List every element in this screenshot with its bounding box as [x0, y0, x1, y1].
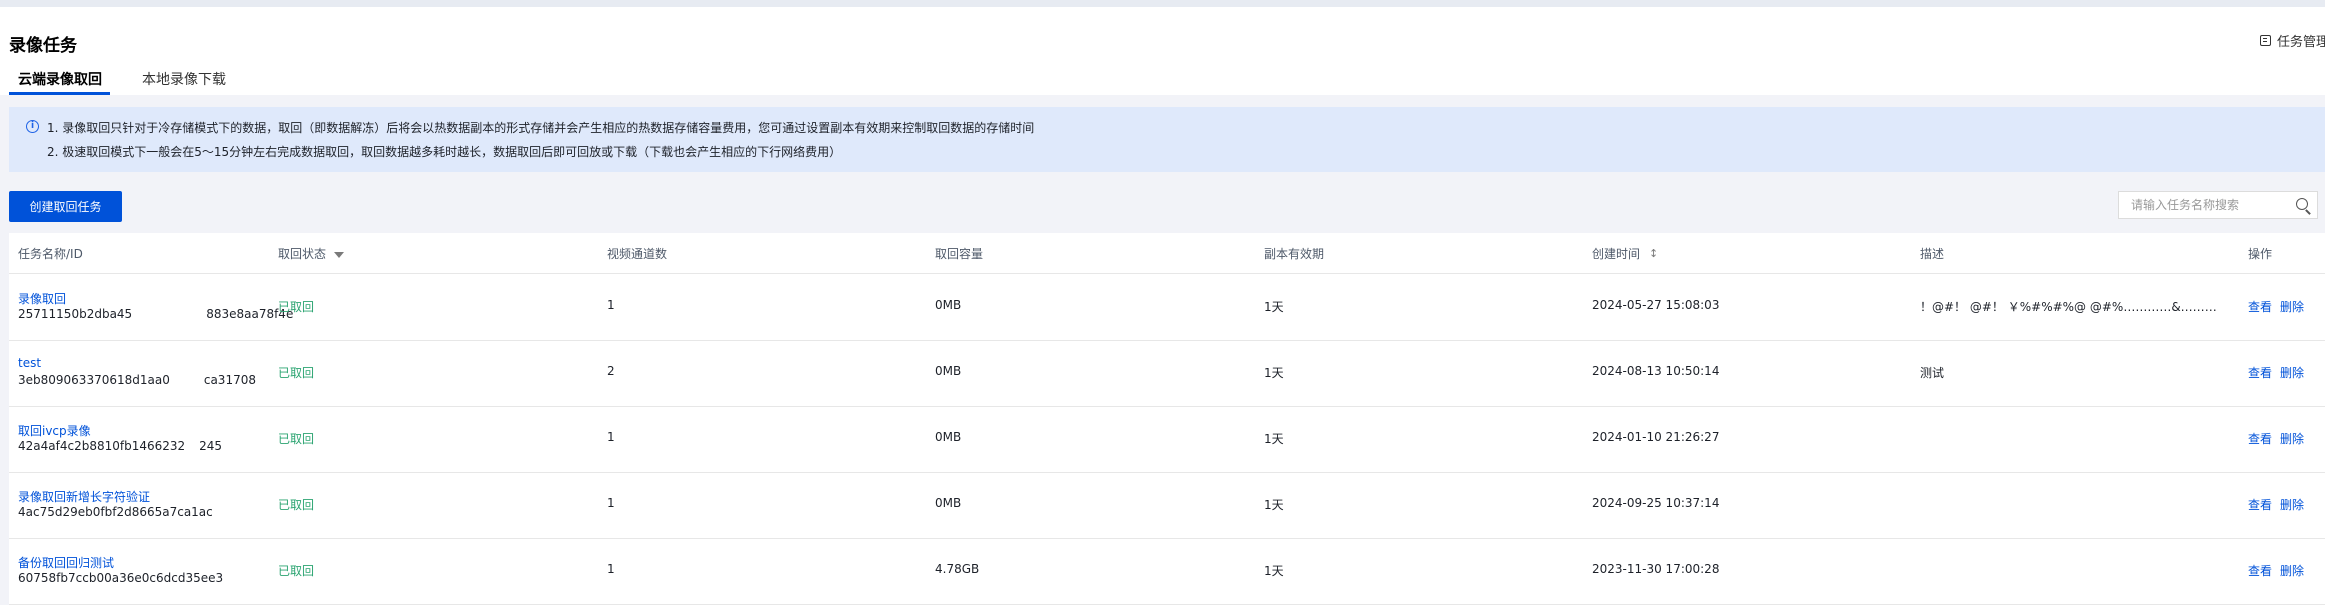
channel-count: 1	[607, 298, 615, 312]
table-row: 取回ivcp录像 42a4af4c2b8810fb1466232 245 已取回 …	[9, 406, 2325, 473]
task-name-link[interactable]: 录像取回	[18, 290, 66, 307]
delete-link[interactable]: 删除	[2280, 430, 2304, 447]
list-icon	[2260, 35, 2271, 46]
create-time: 2024-08-13 10:50:14	[1592, 364, 1720, 378]
capacity: 4.78GB	[935, 562, 980, 576]
table-header: 任务名称/ID 取回状态 视频通道数 取回容量 副本有效期 创建时间 ↕ 描述 …	[9, 233, 2325, 274]
tab-local-download[interactable]: 本地录像下载	[142, 69, 226, 89]
capacity: 0MB	[935, 298, 962, 312]
validity: 1天	[1264, 300, 1284, 314]
table-row: 录像取回新增长字符验证 4ac75d29eb0fbf2d8665a7ca1ac …	[9, 472, 2325, 539]
task-name-link[interactable]: 取回ivcp录像	[18, 422, 91, 439]
description: ！@#！ @#！ ￥%#%#%@ @#%…………&……&#@#！ …	[1920, 300, 2220, 314]
delete-link[interactable]: 删除	[2280, 562, 2304, 579]
col-task-name-id: 任务名称/ID	[18, 247, 83, 261]
task-id: 25711150b2dba45 883e8aa78f4e	[18, 307, 294, 321]
validity: 1天	[1264, 366, 1284, 380]
channel-count: 1	[607, 496, 615, 510]
task-id: 4ac75d29eb0fbf2d8665a7ca1ac	[18, 505, 213, 519]
capacity: 0MB	[935, 430, 962, 444]
description: 测试	[1920, 366, 1945, 380]
col-create-time[interactable]: 创建时间 ↕	[1592, 245, 1658, 262]
info-icon: i	[26, 120, 39, 133]
view-link[interactable]: 查看	[2248, 298, 2272, 315]
channel-count: 1	[607, 562, 615, 576]
task-manage-link[interactable]: 任务管理	[2260, 31, 2325, 50]
task-name-link[interactable]: 录像取回新增长字符验证	[18, 488, 150, 505]
status-badge: 已取回	[278, 300, 315, 314]
delete-link[interactable]: 删除	[2280, 298, 2304, 315]
delete-link[interactable]: 删除	[2280, 496, 2304, 513]
create-retrieval-task-button[interactable]: 创建取回任务	[9, 191, 122, 222]
active-tab-indicator	[9, 92, 110, 95]
notice-line-1: 1. 录像取回只针对于冷存储模式下的数据，取回（即数据解冻）后将会以热数据副本的…	[47, 121, 1035, 135]
task-id: 42a4af4c2b8810fb1466232 245	[18, 439, 223, 453]
create-time: 2024-01-10 21:26:27	[1592, 430, 1720, 444]
view-link[interactable]: 查看	[2248, 562, 2272, 579]
validity: 1天	[1264, 432, 1284, 446]
task-table: 任务名称/ID 取回状态 视频通道数 取回容量 副本有效期 创建时间 ↕ 描述 …	[9, 233, 2325, 605]
view-link[interactable]: 查看	[2248, 496, 2272, 513]
validity: 1天	[1264, 564, 1284, 578]
col-channel-count: 视频通道数	[607, 247, 668, 261]
task-name-link[interactable]: 备份取回回归测试	[18, 554, 114, 571]
task-name-link[interactable]: test	[18, 356, 41, 370]
delete-link[interactable]: 删除	[2280, 364, 2304, 381]
validity: 1天	[1264, 498, 1284, 512]
tab-cloud-retrieval[interactable]: 云端录像取回	[18, 69, 102, 89]
status-badge: 已取回	[278, 498, 315, 512]
view-link[interactable]: 查看	[2248, 430, 2272, 447]
filter-icon[interactable]	[334, 251, 345, 258]
page-header: 录像任务 任务管理 云端录像取回 本地录像下载	[0, 7, 2325, 95]
create-time: 2024-09-25 10:37:14	[1592, 496, 1720, 510]
table-row: test 3eb809063370618d1aa0 ca31708 已取回 2 0…	[9, 340, 2325, 407]
table-row: 录像取回 25711150b2dba45 883e8aa78f4e 已取回 1 0…	[9, 274, 2325, 341]
channel-count: 1	[607, 430, 615, 444]
top-band	[0, 0, 2325, 7]
search-box	[2118, 191, 2318, 219]
capacity: 0MB	[935, 496, 962, 510]
channel-count: 2	[607, 364, 615, 378]
task-manage-label: 任务管理	[2277, 35, 2325, 50]
notice-line-2: 2. 极速取回模式下一般会在5～15分钟左右完成数据取回，取回数据越多耗时越长，…	[47, 145, 842, 159]
col-actions: 操作	[2248, 247, 2273, 261]
search-icon[interactable]	[2296, 198, 2308, 210]
sort-icon[interactable]: ↕	[1649, 247, 1658, 260]
table-row: 备份取回回归测试 60758fb7ccb00a36e0c6dcd35ee3 已取…	[9, 538, 2325, 605]
info-notice: i 1. 录像取回只针对于冷存储模式下的数据，取回（即数据解冻）后将会以热数据副…	[9, 107, 2325, 172]
status-badge: 已取回	[278, 366, 315, 380]
task-id: 3eb809063370618d1aa0 ca31708	[18, 373, 256, 387]
col-copy-validity: 副本有效期	[1264, 247, 1325, 261]
status-badge: 已取回	[278, 564, 315, 578]
create-time: 2023-11-30 17:00:28	[1592, 562, 1720, 576]
col-retrieval-capacity: 取回容量	[935, 247, 984, 261]
page-title: 录像任务	[9, 36, 77, 56]
task-id: 60758fb7ccb00a36e0c6dcd35ee3	[18, 571, 224, 585]
create-time: 2024-05-27 15:08:03	[1592, 298, 1720, 312]
search-input[interactable]	[2129, 197, 2293, 213]
status-badge: 已取回	[278, 432, 315, 446]
col-retrieval-status: 取回状态	[278, 245, 345, 262]
col-description: 描述	[1920, 247, 1945, 261]
view-link[interactable]: 查看	[2248, 364, 2272, 381]
capacity: 0MB	[935, 364, 962, 378]
